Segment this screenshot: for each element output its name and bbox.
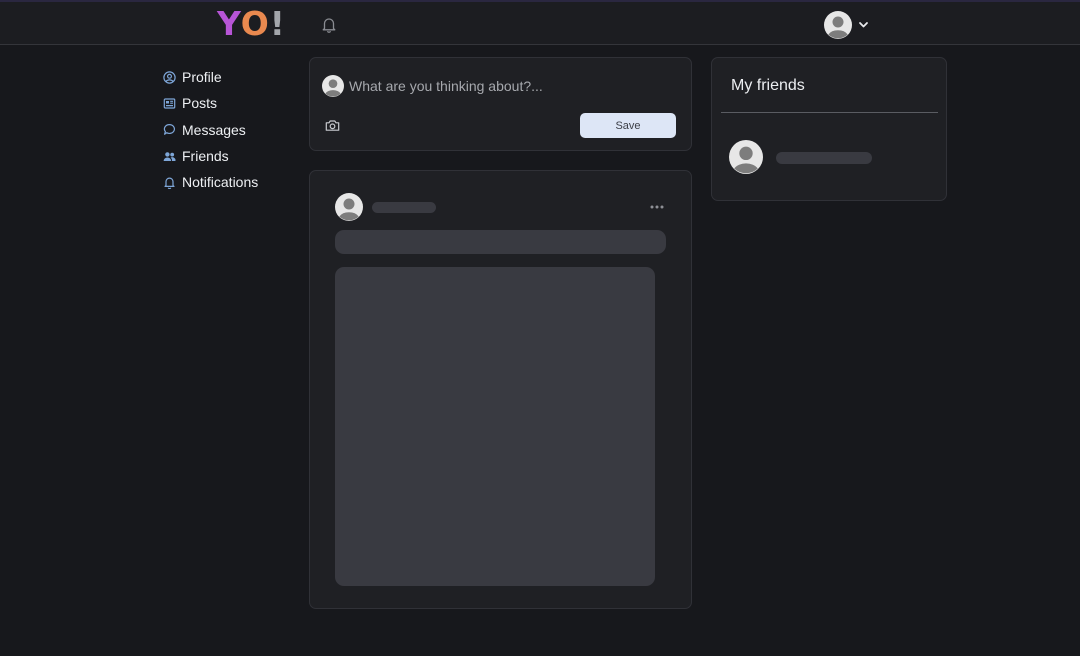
friends-panel-title: My friends xyxy=(731,77,805,94)
post-composer: Save xyxy=(309,57,692,151)
sidebar-item-label: Profile xyxy=(182,69,222,86)
sidebar-item-notifications[interactable]: Notifications xyxy=(160,169,300,195)
post-text-skeleton xyxy=(335,230,666,254)
post-image-skeleton xyxy=(335,267,655,586)
post-author-avatar xyxy=(335,193,363,221)
camera-icon[interactable] xyxy=(325,119,340,132)
sidebar-item-posts[interactable]: Posts xyxy=(160,90,300,116)
sidebar-item-label: Posts xyxy=(182,95,218,112)
friend-name-skeleton xyxy=(776,152,872,164)
app-logo[interactable]: YO! xyxy=(217,6,286,42)
sidebar-item-label: Friends xyxy=(182,148,229,165)
divider xyxy=(721,112,938,113)
sidebar-item-label: Messages xyxy=(182,121,246,138)
users-icon xyxy=(163,151,176,161)
author-name-skeleton xyxy=(372,202,436,213)
sidebar-item-messages[interactable]: Messages xyxy=(160,117,300,143)
chat-bubble-icon xyxy=(163,124,175,136)
logo-letter-o: O xyxy=(240,4,270,43)
more-options-icon[interactable] xyxy=(650,204,664,210)
chevron-down-icon[interactable] xyxy=(858,19,869,30)
top-bar: YO! xyxy=(0,0,1080,45)
bell-icon[interactable] xyxy=(321,16,337,33)
sidebar-nav: Profile Posts Messages Friends Notificat… xyxy=(160,64,300,195)
sidebar-item-friends[interactable]: Friends xyxy=(160,143,300,169)
user-circle-icon xyxy=(163,70,176,84)
logo-letter-y: Y xyxy=(217,4,241,43)
bell-icon xyxy=(164,177,175,189)
friend-avatar[interactable] xyxy=(729,140,763,174)
composer-avatar xyxy=(322,75,344,97)
user-avatar[interactable] xyxy=(824,11,852,39)
post-text-input[interactable] xyxy=(349,74,669,98)
logo-exclamation: ! xyxy=(269,4,286,43)
save-button[interactable]: Save xyxy=(580,113,676,138)
friends-panel: My friends xyxy=(711,57,947,201)
post-card-skeleton xyxy=(309,170,692,609)
sidebar-item-profile[interactable]: Profile xyxy=(160,64,300,90)
newspaper-icon xyxy=(163,98,176,109)
sidebar-item-label: Notifications xyxy=(182,174,259,191)
